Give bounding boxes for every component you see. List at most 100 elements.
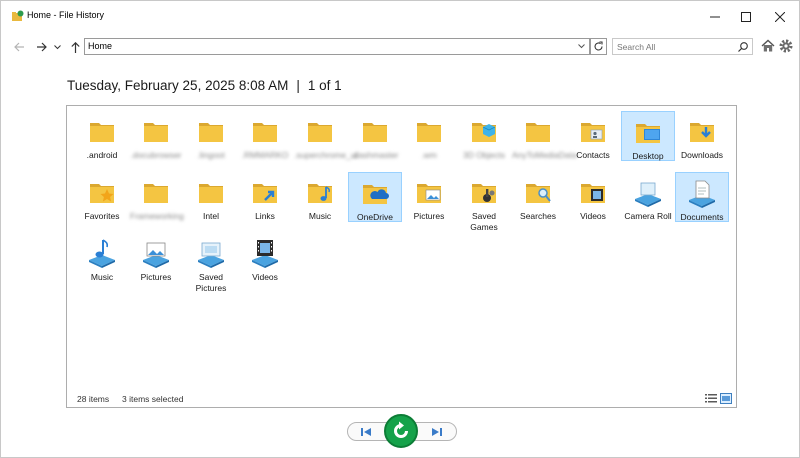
folder-icon <box>303 114 337 148</box>
folder-icon <box>85 114 119 148</box>
forward-button[interactable] <box>33 36 49 58</box>
item-label: Pictures <box>140 272 172 282</box>
folder-links-icon <box>248 175 282 209</box>
up-button[interactable] <box>68 36 82 58</box>
folder-star-icon <box>85 175 119 209</box>
item-camera-roll[interactable]: Camera Roll <box>621 172 675 222</box>
item-label: Saved Games <box>470 211 498 232</box>
details-view-icon[interactable] <box>705 393 717 404</box>
address-dropdown-button[interactable] <box>575 40 587 53</box>
item-wm[interactable]: .wm <box>402 111 456 161</box>
item-music-2[interactable]: Music <box>75 233 129 283</box>
item-superchrome-ui[interactable]: .superchrome_ui <box>293 111 357 161</box>
library-camera-icon <box>631 175 665 209</box>
item-favorites[interactable]: Favorites <box>75 172 129 222</box>
item-label: Videos <box>252 272 278 282</box>
item-label: OneDrive <box>357 212 393 222</box>
next-version-button[interactable] <box>427 424 447 439</box>
close-button[interactable] <box>763 1 797 32</box>
item-onedrive[interactable]: OneDrive <box>348 172 402 222</box>
item-videos[interactable]: Videos <box>566 172 620 222</box>
backup-position: 1 of 1 <box>307 78 342 93</box>
item-videos-2[interactable]: Videos <box>238 233 292 283</box>
folder-icon <box>248 114 282 148</box>
folder-videos-icon <box>576 175 610 209</box>
item-label: Favorites <box>84 211 120 221</box>
skip-next-icon <box>432 427 442 436</box>
item-label: .lingoot <box>197 150 225 160</box>
minimize-icon <box>710 16 720 17</box>
refresh-button[interactable] <box>590 38 607 55</box>
item-rmmarko[interactable]: .RMMARKO <box>238 111 292 161</box>
skip-previous-icon <box>361 427 371 436</box>
item-count: 28 items <box>77 394 110 404</box>
search-placeholder: Search All <box>617 42 656 52</box>
item-documents[interactable]: Documents <box>675 172 729 222</box>
item-anytomediadata[interactable]: AnyToMediaData <box>511 111 577 161</box>
file-history-window: Home - File History Home Search All Tues… <box>0 0 800 458</box>
item-searches[interactable]: Searches <box>511 172 565 222</box>
folder-games-icon <box>467 175 501 209</box>
arrow-right-icon <box>36 42 47 52</box>
back-button[interactable] <box>11 36 27 58</box>
folder-icon <box>139 175 173 209</box>
item-frameworking[interactable]: Frameworking <box>129 172 184 222</box>
item-label: Searches <box>520 211 556 221</box>
library-music-icon <box>85 236 119 270</box>
library-documents-icon <box>685 176 719 210</box>
folder-icon <box>139 114 173 148</box>
close-icon <box>775 11 785 22</box>
item-intel[interactable]: Intel <box>184 172 238 222</box>
minimize-button[interactable] <box>698 1 732 32</box>
item-label: Desktop <box>632 151 664 161</box>
item-docubrowser[interactable]: .docubrowser <box>129 111 183 161</box>
folder-icon <box>194 175 228 209</box>
item-music[interactable]: Music <box>293 172 347 222</box>
item-pictures[interactable]: Pictures <box>402 172 456 222</box>
item-label: .android <box>86 150 118 160</box>
library-pictures-icon <box>139 236 173 270</box>
item-label: .dashmaster <box>351 150 399 160</box>
home-icon[interactable] <box>760 38 776 54</box>
item-label: Downloads <box>680 150 724 160</box>
item-label: .RMMARKO <box>241 150 289 160</box>
restore-icon <box>394 421 408 438</box>
folder-icon <box>194 114 228 148</box>
address-bar[interactable]: Home <box>84 38 590 55</box>
item-label: Documents <box>680 212 724 222</box>
folder-music-icon <box>303 175 337 209</box>
item-lingoot[interactable]: .lingoot <box>184 111 238 161</box>
item-saved-games[interactable]: Saved Games <box>457 172 511 233</box>
item-label: Saved Pictures <box>195 272 227 293</box>
recent-locations-button[interactable] <box>52 36 62 58</box>
address-text: Home <box>88 41 113 51</box>
gear-icon[interactable] <box>778 38 794 54</box>
folder-downloads-icon <box>685 114 719 148</box>
item-label: Music <box>90 272 114 282</box>
refresh-icon <box>594 41 603 51</box>
search-icon <box>738 42 748 52</box>
item-contacts[interactable]: Contacts <box>566 111 620 161</box>
folder-icon <box>358 114 392 148</box>
item-saved-pictures[interactable]: Saved Pictures <box>184 233 238 294</box>
item-label: Links <box>255 211 275 221</box>
previous-version-button[interactable] <box>356 424 376 439</box>
item-dashmaster[interactable]: .dashmaster <box>348 111 402 161</box>
item-downloads[interactable]: Downloads <box>675 111 729 161</box>
item-desktop[interactable]: Desktop <box>621 111 675 161</box>
item-label: Contacts <box>576 150 610 160</box>
restore-button[interactable] <box>384 414 418 448</box>
large-icons-view-icon[interactable] <box>720 393 732 404</box>
item-3d-objects[interactable]: 3D Objects <box>457 111 511 161</box>
item-pictures-2[interactable]: Pictures <box>129 233 183 283</box>
item-label: .docubrowser <box>130 150 182 160</box>
backup-contents-panel[interactable]: .android .docubrowser .lingoot .RMMARKO .sup… <box>66 105 737 408</box>
maximize-button[interactable] <box>729 1 763 32</box>
search-box[interactable]: Search All <box>612 38 753 55</box>
item-links[interactable]: Links <box>238 172 292 222</box>
item-label: Intel <box>202 211 220 221</box>
item-android[interactable]: .android <box>75 111 129 161</box>
backup-header: Tuesday, February 25, 2025 8:08 AM | 1 of … <box>67 78 342 93</box>
window-title: Home - File History <box>27 10 105 20</box>
folder-icon <box>412 114 446 148</box>
